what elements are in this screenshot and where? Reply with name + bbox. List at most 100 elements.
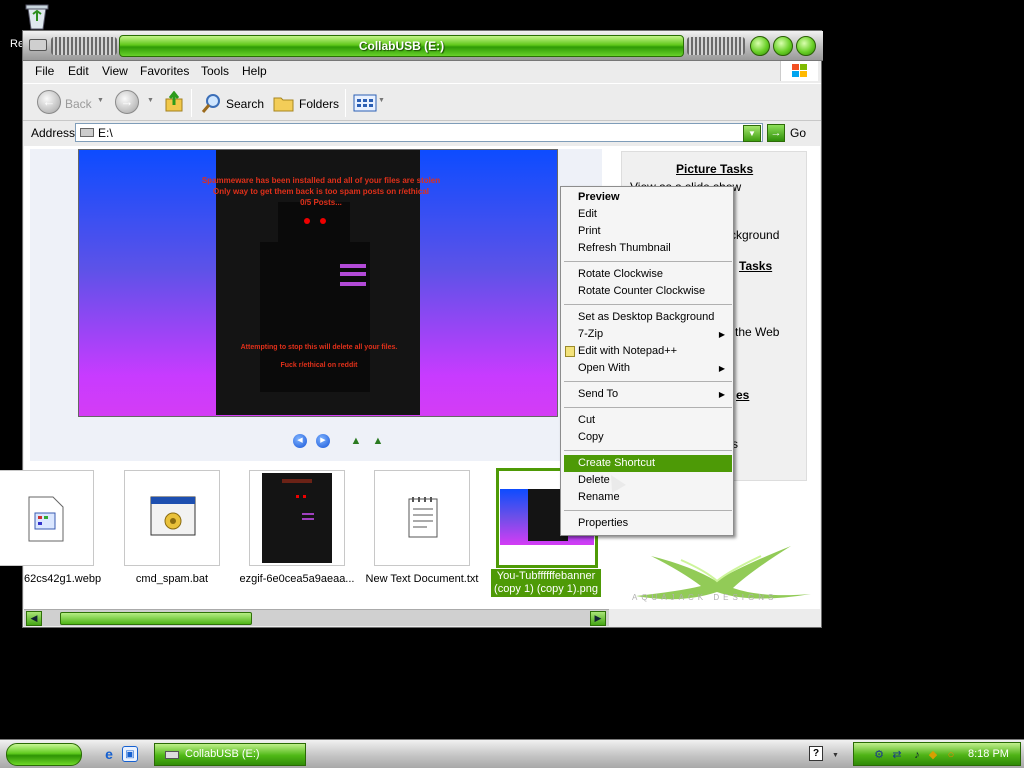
views-icon[interactable] — [353, 94, 377, 112]
taskbar: e ▣ CollabUSB (E:) ? ▼ ⚙ ⇄ ♪ ◆ ○ 8:18 PM — [0, 739, 1024, 768]
toolbar-separator — [191, 89, 192, 117]
menu-item-edit[interactable]: Edit — [561, 206, 733, 223]
windows-flag-icon — [780, 61, 818, 81]
thumbnail-bat[interactable] — [124, 470, 220, 566]
menu-item-properties[interactable]: Properties — [561, 515, 733, 532]
menu-item-7zip[interactable]: 7-Zip ▶ — [561, 326, 733, 343]
up-folder-icon[interactable] — [164, 91, 186, 113]
horizontal-scrollbar[interactable]: ◀ ▶ — [24, 609, 609, 626]
menu-item-create-shortcut[interactable]: Create Shortcut — [564, 455, 732, 472]
preview-image[interactable]: Spammeware has been installed and all of… — [78, 149, 558, 417]
ransom-line: Fuck r/ethical on reddit — [280, 362, 358, 369]
menu-item-delete[interactable]: Delete — [561, 472, 733, 489]
context-menu: Preview Edit Print Refresh Thumbnail Rot… — [560, 186, 734, 536]
menu-item-cut[interactable]: Cut — [561, 412, 733, 429]
address-bar: Address E:\ — [23, 121, 821, 143]
address-input[interactable]: E:\ — [75, 123, 763, 142]
task-publish-web[interactable]: the Web — [735, 325, 779, 339]
menu-separator — [564, 407, 732, 408]
gif-thumbnail-image — [262, 473, 332, 563]
ransom-line: 0/5 Posts... — [300, 198, 342, 207]
menu-item-preview[interactable]: Preview — [561, 189, 733, 206]
menu-item-refresh-thumbnail[interactable]: Refresh Thumbnail — [561, 240, 733, 257]
recycle-bin-icon[interactable] — [22, 2, 52, 30]
thumbnail-label: cmd_spam.bat — [135, 573, 209, 585]
back-button-label[interactable]: Back — [65, 97, 92, 111]
ransom-line: Only way to get them back is too spam po… — [212, 187, 430, 196]
thumbnail-text-bar — [282, 479, 312, 483]
ransom-line: Attempting to stop this will delete all … — [240, 344, 398, 351]
menu-favorites[interactable]: Favorites — [140, 64, 189, 78]
drive-icon[interactable] — [29, 39, 47, 51]
notepad-icon — [565, 346, 575, 357]
maximize-button[interactable] — [773, 36, 793, 56]
figure-stripe — [340, 272, 366, 276]
rotate-clockwise-icon[interactable]: ▲ — [348, 434, 364, 448]
menu-tools[interactable]: Tools — [201, 64, 229, 78]
menu-item-rotate-clockwise[interactable]: Rotate Clockwise — [561, 266, 733, 283]
thumbnail-txt[interactable] — [374, 470, 470, 566]
back-arrow-icon[interactable]: ← — [37, 90, 61, 114]
close-button[interactable] — [796, 36, 816, 56]
next-image-icon[interactable]: ▶ — [316, 434, 330, 448]
menu-item-set-desktop-background[interactable]: Set as Desktop Background — [561, 309, 733, 326]
red-eye — [304, 218, 310, 224]
menu-item-copy[interactable]: Copy — [561, 429, 733, 446]
menu-file[interactable]: File — [35, 64, 54, 78]
folders-icon[interactable] — [273, 93, 295, 113]
views-dropdown-icon[interactable]: ▼ — [378, 97, 385, 104]
scroll-right-icon[interactable]: ▶ — [590, 611, 606, 626]
go-arrow-icon[interactable]: → — [767, 124, 785, 142]
toolbar-separator — [345, 89, 346, 117]
menu-view[interactable]: View — [102, 64, 128, 78]
thumbnail-label: ezgif-6e0cea5a9aeaa... — [239, 573, 355, 585]
search-tray-icon[interactable]: ○ — [944, 748, 958, 762]
search-button-label[interactable]: Search — [226, 97, 264, 111]
figure-stripe — [302, 513, 314, 515]
menu-item-open-with[interactable]: Open With ▶ — [561, 360, 733, 377]
menu-help[interactable]: Help — [242, 64, 267, 78]
forward-dropdown-icon[interactable]: ▼ — [147, 97, 154, 104]
help-icon[interactable]: ? — [809, 746, 823, 761]
menu-edit[interactable]: Edit — [68, 64, 89, 78]
address-value[interactable]: E:\ — [98, 126, 113, 140]
taskbar-window-button[interactable]: CollabUSB (E:) — [154, 743, 306, 766]
other-places-header[interactable]: es — [736, 388, 749, 402]
task-set-background[interactable]: ckground — [730, 228, 779, 242]
submenu-arrow-icon: ▶ — [718, 390, 725, 399]
thumbnail-gif[interactable] — [249, 470, 345, 566]
menu-item-send-to[interactable]: Send To ▶ — [561, 386, 733, 403]
back-dropdown-icon[interactable]: ▼ — [97, 97, 104, 104]
volume-icon[interactable]: ♪ — [910, 748, 924, 762]
show-desktop-icon[interactable]: ▣ — [122, 746, 138, 762]
rotate-counterclockwise-icon[interactable]: ▲ — [370, 434, 386, 448]
thumbnail-webp[interactable] — [0, 470, 94, 566]
network-icon[interactable]: ⚙ — [872, 748, 886, 762]
menu-item-print[interactable]: Print — [561, 223, 733, 240]
title-bar[interactable]: CollabUSB (E:) — [23, 31, 823, 61]
address-dropdown-icon[interactable]: ▼ — [743, 125, 761, 142]
figure-head — [278, 202, 350, 246]
menu-item-label: Open With — [578, 362, 630, 374]
folders-button-label[interactable]: Folders — [299, 97, 339, 111]
connection-icon[interactable]: ⇄ — [890, 748, 904, 762]
file-tasks-header[interactable]: Tasks — [739, 259, 772, 273]
start-button[interactable] — [6, 743, 82, 766]
title-bar-caption: CollabUSB (E:) — [119, 35, 684, 57]
go-button-label[interactable]: Go — [790, 126, 806, 140]
submenu-arrow-icon: ▶ — [718, 330, 725, 339]
scrollbar-thumb[interactable] — [60, 612, 252, 625]
search-icon[interactable] — [201, 92, 223, 114]
scroll-left-icon[interactable]: ◀ — [26, 611, 42, 626]
menu-item-rotate-counter-clockwise[interactable]: Rotate Counter Clockwise — [561, 283, 733, 300]
thumbnail-strip: 62cs42g1.webp cmd_spam.bat ezgif-6e0cea5… — [0, 464, 616, 609]
picture-tasks-header[interactable]: Picture Tasks — [676, 162, 753, 176]
minimize-button[interactable] — [750, 36, 770, 56]
security-shield-icon[interactable]: ◆ — [926, 748, 940, 762]
tray-expand-icon[interactable]: ▼ — [832, 752, 839, 759]
internet-explorer-icon[interactable]: e — [101, 746, 117, 762]
forward-arrow-icon[interactable]: → — [115, 90, 139, 114]
menu-item-rename[interactable]: Rename — [561, 489, 733, 506]
previous-image-icon[interactable]: ◀ — [293, 434, 307, 448]
menu-item-edit-notepadpp[interactable]: Edit with Notepad++ — [561, 343, 733, 360]
